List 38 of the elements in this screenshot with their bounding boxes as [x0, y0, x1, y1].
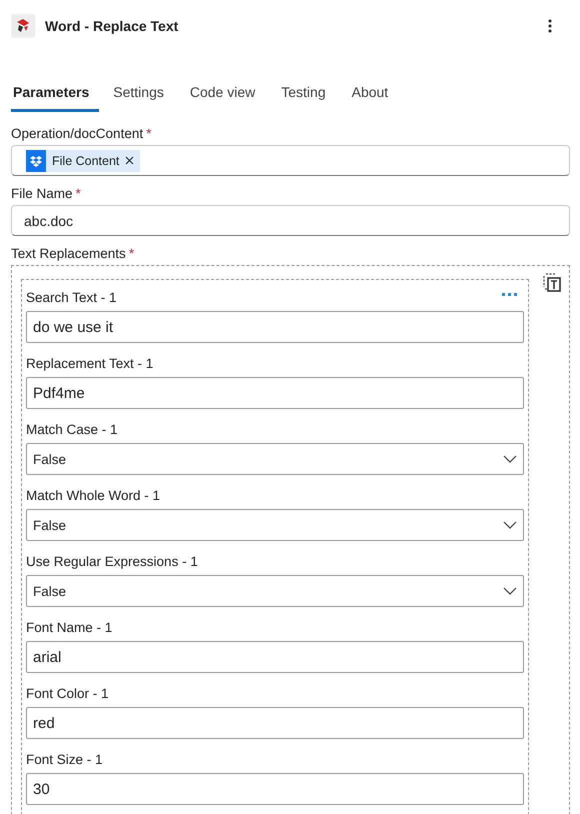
input-field[interactable]: File Content	[11, 145, 570, 176]
input-field[interactable]: do we use it	[26, 311, 524, 343]
field-label: Operation/docContent	[11, 126, 144, 141]
close-icon[interactable]	[125, 156, 134, 165]
input-field[interactable]: 30	[26, 773, 524, 805]
tab[interactable]: About	[340, 78, 400, 112]
dropdown[interactable]: False	[26, 443, 524, 475]
chevron-down-icon	[503, 455, 517, 463]
app-logo-icon	[11, 14, 35, 38]
field-label: Font Color - 1	[26, 686, 109, 701]
tab[interactable]: Parameters	[11, 78, 100, 112]
field-label: Font Size - 1	[26, 752, 103, 767]
dropdown[interactable]: False	[26, 509, 524, 541]
field-label: Match Case - 1	[26, 422, 118, 437]
field-label: Match Whole Word - 1	[26, 488, 160, 503]
chevron-down-icon	[503, 587, 517, 595]
dropdown[interactable]: False	[26, 575, 524, 607]
field-label: Use Regular Expressions - 1	[26, 554, 198, 569]
required-mark: *	[76, 186, 81, 201]
field-label: File Name	[11, 186, 73, 201]
input-field[interactable]: Pdf4me	[26, 377, 524, 409]
field-label: Replacement Text - 1	[26, 356, 154, 371]
input-field[interactable]: red	[26, 707, 524, 739]
input-field[interactable]: abc.doc	[11, 205, 570, 236]
tab[interactable]: Code view	[178, 78, 268, 112]
tab[interactable]: Settings	[101, 78, 176, 112]
field-label: Search Text - 1	[26, 290, 117, 305]
input-field[interactable]: arial	[26, 641, 524, 673]
file-content-token[interactable]: File Content	[26, 150, 140, 172]
required-mark: *	[146, 126, 152, 141]
text-mode-icon[interactable]	[543, 273, 561, 293]
window-title: Word - Replace Text	[45, 18, 180, 34]
required-mark: *	[128, 246, 134, 261]
field-label: Font Name - 1	[26, 620, 112, 635]
field-label: Text Replacements	[11, 246, 126, 261]
chevron-down-icon	[503, 521, 517, 529]
dropbox-icon	[26, 150, 46, 172]
tab[interactable]: Testing	[269, 78, 338, 112]
